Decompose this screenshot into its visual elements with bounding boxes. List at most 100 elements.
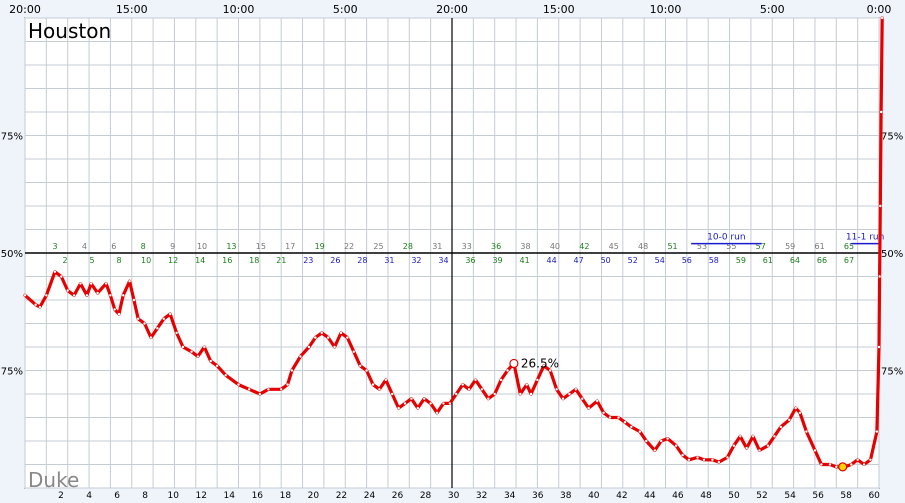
bottom-tick-label: 34 xyxy=(504,491,516,501)
data-point xyxy=(487,397,490,400)
data-point xyxy=(674,444,678,447)
play-marker-bottom: 2 xyxy=(62,256,67,265)
data-point xyxy=(162,317,165,320)
play-marker-bottom: 10 xyxy=(141,256,151,265)
data-point xyxy=(820,463,823,466)
data-point xyxy=(247,388,251,391)
bottom-tick-label: 38 xyxy=(560,491,572,501)
data-point xyxy=(779,425,782,429)
play-marker-top: 33 xyxy=(462,242,472,251)
play-marker-top: 42 xyxy=(579,242,589,251)
data-point xyxy=(555,388,558,391)
play-marker-top: 59 xyxy=(785,242,795,251)
bottom-tick-label: 40 xyxy=(588,491,600,501)
data-point xyxy=(442,402,445,405)
data-point xyxy=(290,369,294,372)
data-point xyxy=(128,280,131,283)
play-marker-bottom: 41 xyxy=(519,256,529,265)
data-point xyxy=(416,406,420,410)
play-marker-bottom: 64 xyxy=(790,256,800,265)
data-point xyxy=(638,430,642,433)
data-point xyxy=(181,345,185,349)
play-marker-top: 28 xyxy=(403,242,413,251)
bottom-tick-label: 18 xyxy=(280,491,292,501)
bottom-tick-label: 52 xyxy=(756,491,767,501)
data-point xyxy=(45,294,48,297)
data-point xyxy=(224,374,227,377)
data-point xyxy=(258,392,262,396)
bottom-tick-label: 46 xyxy=(672,491,684,501)
data-point xyxy=(352,350,355,353)
data-point xyxy=(881,16,884,20)
data-point xyxy=(879,204,882,208)
bottom-tick-label: 28 xyxy=(420,491,432,501)
data-point xyxy=(529,392,533,396)
play-marker-top: 31 xyxy=(432,242,442,251)
play-marker-top: 48 xyxy=(638,242,648,251)
bottom-tick-label: 14 xyxy=(224,491,236,501)
top-time-tick-label: 20:00 xyxy=(9,3,41,16)
bottom-tick-label: 4 xyxy=(86,491,92,501)
play-marker-bottom: 61 xyxy=(763,256,773,265)
bottom-tick-label: 50 xyxy=(728,491,740,501)
data-point xyxy=(435,411,439,414)
play-marker-bottom: 31 xyxy=(384,256,394,265)
data-point xyxy=(267,388,270,391)
data-point xyxy=(856,458,859,461)
data-point xyxy=(875,430,879,433)
data-point xyxy=(568,392,571,396)
data-point xyxy=(645,439,648,443)
data-point xyxy=(480,388,484,391)
data-point xyxy=(143,322,146,325)
data-point xyxy=(299,355,302,358)
data-point xyxy=(581,397,584,400)
data-point xyxy=(773,435,776,438)
data-point xyxy=(175,331,178,335)
play-marker-bottom: 14 xyxy=(195,256,205,265)
data-point xyxy=(384,378,388,382)
play-marker-bottom: 54 xyxy=(655,256,665,265)
play-marker-bottom: 44 xyxy=(547,256,557,265)
data-point xyxy=(85,294,89,297)
data-point xyxy=(499,378,503,382)
data-point xyxy=(117,312,121,316)
data-point xyxy=(72,294,76,297)
data-point xyxy=(666,437,669,440)
play-marker-bottom: 26 xyxy=(330,256,340,265)
data-point xyxy=(403,402,407,405)
run-annotation-label: 10-0 run xyxy=(707,233,745,243)
data-point xyxy=(745,446,748,450)
bottom-tick-label: 56 xyxy=(812,491,824,501)
win-probability-chart: 20:00 15:00 10:00 5:00 20:00 15:00 10:00 5:00 0:… xyxy=(1,3,903,501)
data-point xyxy=(711,458,714,461)
data-point xyxy=(595,399,599,403)
play-marker-top: 9 xyxy=(170,242,175,251)
data-point xyxy=(702,458,706,461)
play-marker-bottom: 59 xyxy=(736,256,746,265)
data-point xyxy=(358,364,362,367)
play-marker-bottom: 28 xyxy=(357,256,367,265)
data-point xyxy=(89,282,93,285)
data-point xyxy=(788,418,791,422)
bottom-tick-label: 10 xyxy=(167,491,179,501)
data-point xyxy=(339,331,343,335)
data-point xyxy=(371,383,375,386)
data-point xyxy=(608,416,612,419)
play-marker-bottom: 52 xyxy=(628,256,638,265)
bottom-tick-label: 44 xyxy=(644,491,656,501)
data-point xyxy=(96,291,99,295)
data-point xyxy=(813,449,817,452)
data-point xyxy=(794,406,797,410)
bottom-tick-label: 60 xyxy=(868,491,880,501)
bottom-tick-label: 2 xyxy=(58,491,64,501)
data-point xyxy=(209,359,212,363)
play-marker-top: 6 xyxy=(111,242,116,251)
bottom-tick-label: 12 xyxy=(196,491,207,501)
data-point xyxy=(215,364,219,367)
play-marker-bottom: 47 xyxy=(574,256,584,265)
data-point xyxy=(122,294,125,297)
play-marker-top: 13 xyxy=(226,242,236,251)
data-point xyxy=(805,430,808,433)
data-point xyxy=(630,425,633,429)
play-marker-top: 22 xyxy=(344,242,354,251)
